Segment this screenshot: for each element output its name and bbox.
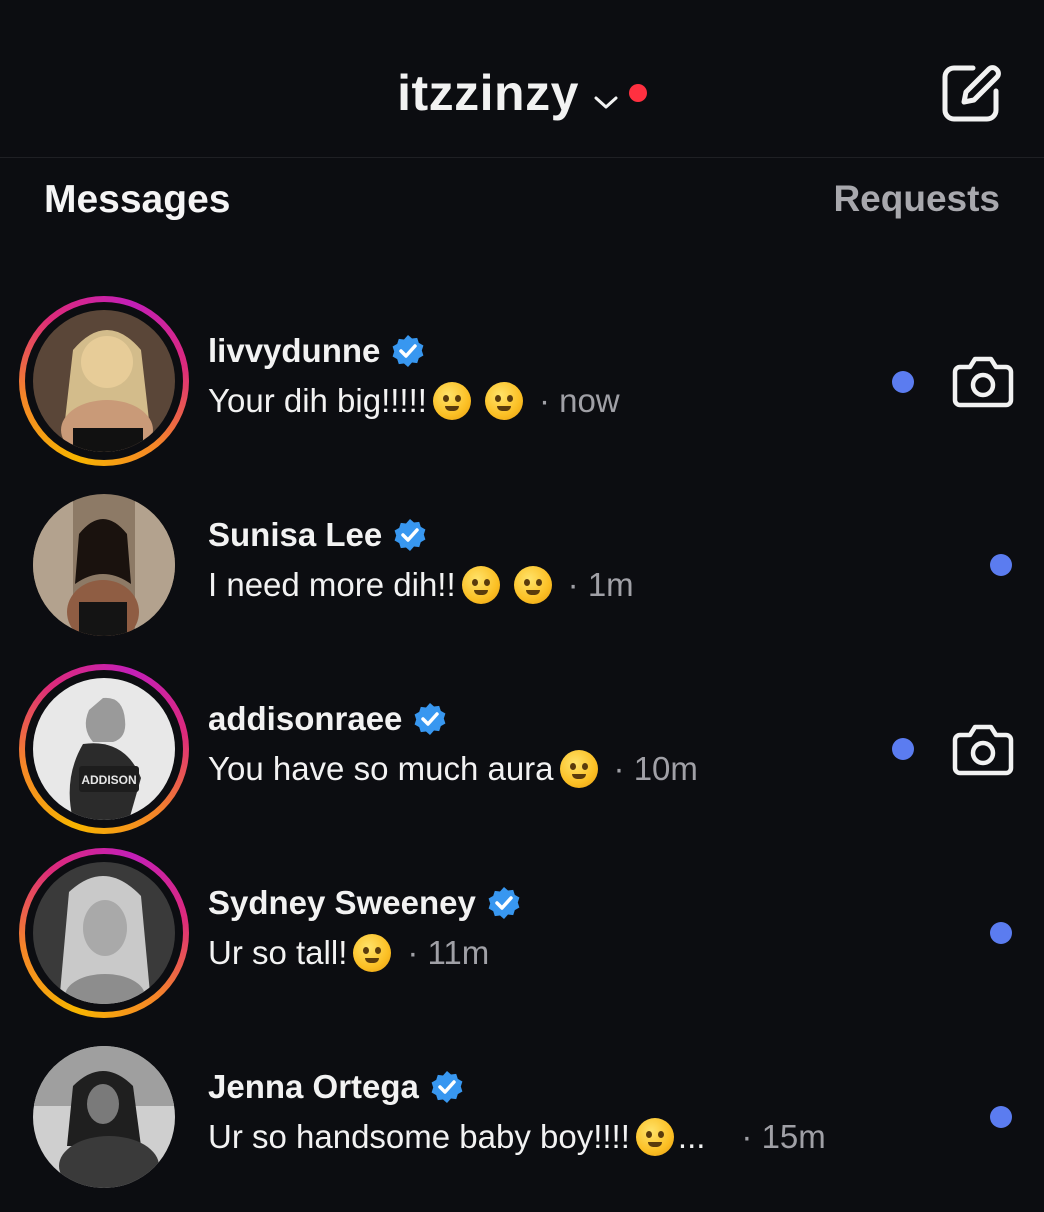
avatar[interactable] <box>33 862 175 1004</box>
avatar[interactable] <box>33 1046 175 1188</box>
thread-row[interactable]: livvydunne Your dih big!!!!! · now <box>0 296 1044 476</box>
kissing-face-emoji <box>635 1118 674 1156</box>
message-preview: Ur so handsome baby boy!!!!... · 15m <box>208 1118 826 1156</box>
tab-messages[interactable]: Messages <box>44 178 230 222</box>
message-text: You have so much aura <box>208 750 554 787</box>
verified-badge-icon <box>392 517 428 553</box>
camera-icon[interactable] <box>952 352 1014 410</box>
thread-name: livvydunne <box>208 332 426 370</box>
verified-badge-icon <box>429 1069 465 1105</box>
message-time: · 1m <box>567 566 634 603</box>
avatar-chair-text: ADDISON <box>81 773 136 787</box>
thread-row[interactable]: Jenna Ortega Ur so handsome baby boy!!!!… <box>0 1032 1044 1212</box>
message-text: I need more dih!! <box>208 566 456 603</box>
message-time: · 15m <box>741 1118 826 1155</box>
message-time: · 11m <box>407 934 490 971</box>
message-preview: You have so much aura · 10m <box>208 750 698 788</box>
confounded-face-emoji <box>461 566 500 604</box>
message-preview: I need more dih!! · 1m <box>208 566 634 604</box>
truncation-ellipsis: ... <box>677 1118 706 1155</box>
tab-requests[interactable]: Requests <box>833 178 1000 220</box>
inbox-tabs: Messages Requests <box>44 178 1000 234</box>
message-preview: Your dih big!!!!! · now <box>208 382 620 420</box>
message-preview: Ur so tall! · 11m <box>208 934 489 972</box>
kissing-face-emoji <box>559 750 598 788</box>
avatar[interactable]: ADDISON <box>33 678 175 820</box>
thread-name-text: Sunisa Lee <box>208 516 383 553</box>
story-ring[interactable] <box>19 296 189 466</box>
message-text: Ur so tall! <box>208 934 348 971</box>
camera-icon[interactable] <box>952 720 1014 778</box>
avatar-frame[interactable] <box>19 480 189 650</box>
notification-dot <box>628 83 647 102</box>
account-switcher[interactable]: itzzinzy <box>0 62 1044 125</box>
message-text: Your dih big!!!!! <box>208 382 427 419</box>
thread-row[interactable]: ADDISON addisonraee You have so much aur… <box>0 664 1044 844</box>
message-text: Ur so handsome baby boy!!!! <box>208 1118 630 1155</box>
message-time: · 10m <box>613 750 698 787</box>
thread-name-text: addisonraee <box>208 700 403 737</box>
monocle-face-emoji <box>432 382 471 420</box>
pleading-face-emoji <box>513 566 552 604</box>
unread-dot <box>892 371 914 393</box>
thread-name-text: Jenna Ortega <box>208 1068 419 1105</box>
unread-dot <box>892 738 914 760</box>
unread-dot <box>990 554 1012 576</box>
header: itzzinzy <box>0 0 1044 158</box>
thread-name-text: Sydney Sweeney <box>208 884 476 921</box>
story-ring[interactable]: ADDISON <box>19 664 189 834</box>
compose-icon[interactable] <box>940 62 1002 124</box>
thread-name-text: livvydunne <box>208 332 381 369</box>
thread-row[interactable]: Sydney Sweeney Ur so tall! · 11m <box>0 848 1044 1028</box>
message-time: · now <box>538 382 620 419</box>
verified-badge-icon <box>486 885 522 921</box>
thread-name: addisonraee <box>208 700 448 738</box>
avatar-frame[interactable] <box>19 1032 189 1202</box>
thread-row[interactable]: Sunisa Lee I need more dih!! · 1m <box>0 480 1044 660</box>
avatar[interactable] <box>33 494 175 636</box>
verified-badge-icon <box>390 333 426 369</box>
thread-name: Sydney Sweeney <box>208 884 522 922</box>
tired-face-emoji <box>484 382 523 420</box>
avatar[interactable] <box>33 310 175 452</box>
squinting-tongue-face-emoji <box>353 934 392 972</box>
unread-dot <box>990 922 1012 944</box>
unread-dot <box>990 1106 1012 1128</box>
account-username[interactable]: itzzinzy <box>397 65 579 121</box>
thread-name: Jenna Ortega <box>208 1068 465 1106</box>
story-ring[interactable] <box>19 848 189 1018</box>
chevron-down-icon[interactable] <box>593 63 619 125</box>
thread-name: Sunisa Lee <box>208 516 428 554</box>
verified-badge-icon <box>412 701 448 737</box>
